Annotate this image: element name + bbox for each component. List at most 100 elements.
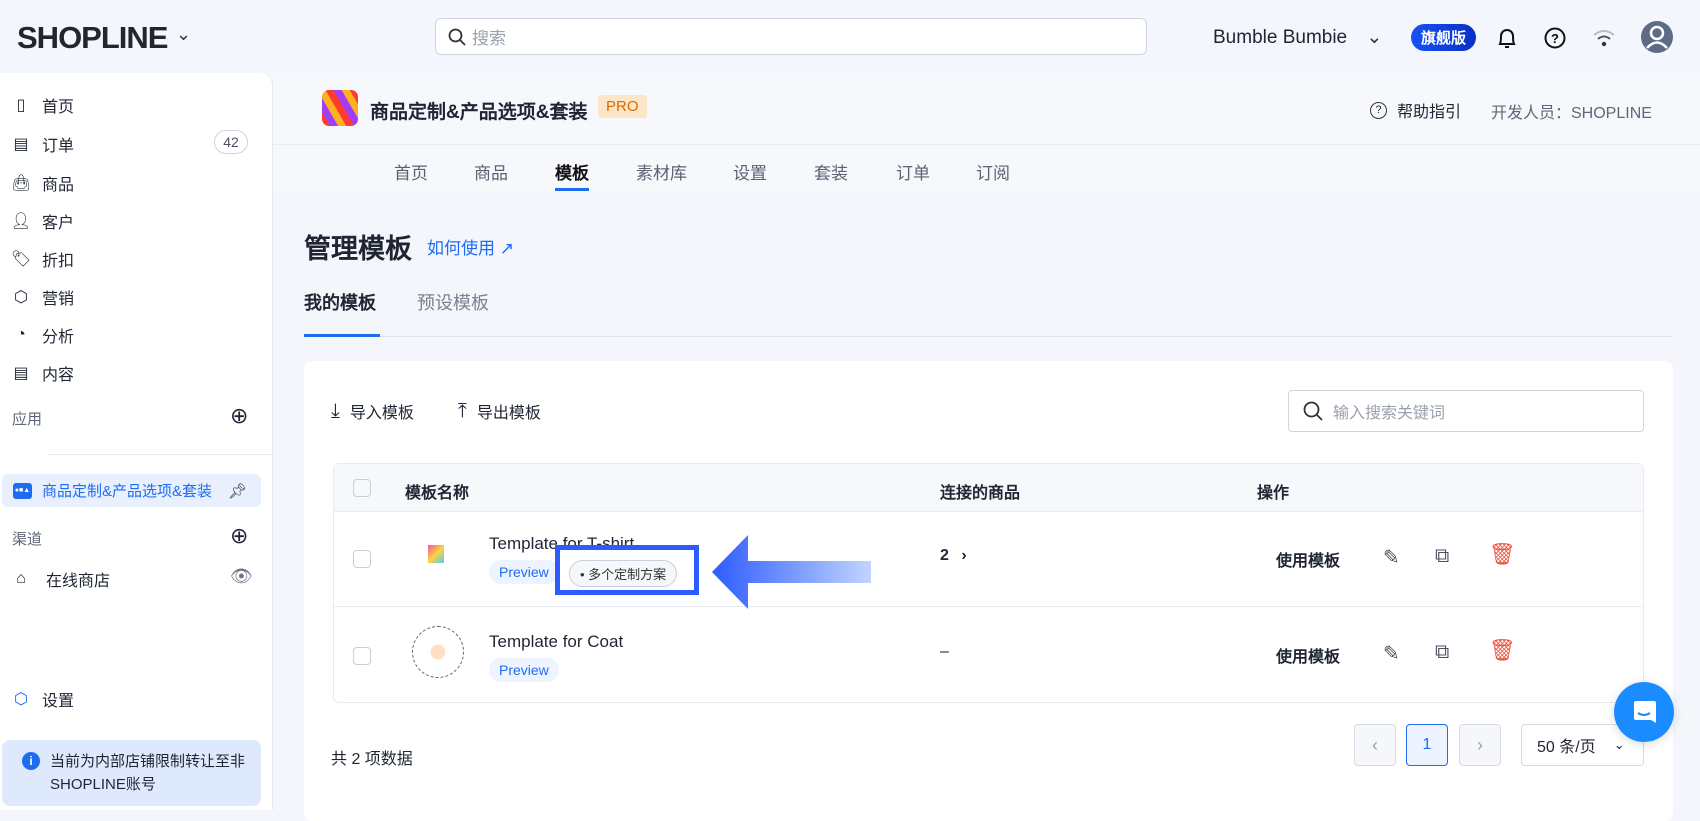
cube-icon: ⬡ [14,289,28,306]
global-search-input[interactable]: 搜索 [435,18,1147,55]
order-icon: ▤ [13,136,29,153]
template-name[interactable]: Template for Coat [489,632,623,652]
sidebar-item-online-store[interactable]: ⌂ 在线商店 [12,567,110,591]
active-tab-indicator [555,188,589,191]
store-switcher[interactable]: Bumble Bumbie ⌄ [1213,26,1382,49]
chat-icon [1634,701,1656,723]
sidebar-item-customers[interactable]: 👤︎ 客户 [10,209,74,233]
page-1-button[interactable]: 1 [1406,724,1448,766]
sidebar-item-app[interactable]: ●■▲ 商品定制&产品选项&套装 📌︎ [2,474,261,507]
help-icon: ? [1370,101,1387,119]
app-tabs: 首页 商品 模板 素材库 设置 套装 订单 订阅 [273,144,1700,192]
sidebar-item-content[interactable]: ▤ 内容 [12,361,74,385]
tab-templates[interactable]: 模板 [555,159,589,184]
search-icon [448,28,466,46]
eye-icon[interactable]: 👁︎ [230,566,253,587]
shopline-logo[interactable]: SHOPLINE [17,20,168,56]
tab-assets[interactable]: 素材库 [636,159,687,184]
subtab-my-templates[interactable]: 我的模板 [304,289,376,315]
column-template-name: 模板名称 [405,485,470,502]
help-icon[interactable]: ? [1544,27,1566,49]
active-subtab-indicator [304,334,380,337]
user-icon: 👤︎ [10,213,32,230]
help-guide-link[interactable]: ? 帮助指引 [1370,98,1461,122]
plan-badge: 旗舰版 [1411,24,1477,51]
total-count: 共 2 项数据 [331,751,413,768]
prev-page-button[interactable]: ‹ [1354,724,1396,766]
app-header: 商品定制&产品选项&套装 PRO ? 帮助指引 开发人员：SHOPLINE [273,73,1700,144]
row-checkbox[interactable] [353,550,371,568]
sidebar-item-orders[interactable]: ▤ 订单 [12,132,74,156]
duplicate-icon[interactable]: ⧉ [1435,545,1449,568]
linked-products-value: – [940,643,949,660]
chevron-down-icon: ⌄ [1613,737,1625,752]
pin-icon[interactable]: 📌︎ [228,482,247,500]
sidebar-item-discounts[interactable]: 🏷︎ 折扣 [10,247,74,271]
bag-icon: 👜︎ [10,175,32,192]
store-icon: ⌂ [16,570,26,587]
templates-table: 模板名称 连接的商品 操作 Template for T-shirt Previ… [333,463,1644,703]
edit-icon[interactable]: ✎ [1383,641,1400,666]
upload-icon: ⤒ [458,399,467,422]
preview-button[interactable]: Preview [489,658,559,682]
chevron-down-icon[interactable]: ⌄ [176,24,191,45]
search-icon [1303,401,1323,421]
delete-icon[interactable]: 🗑︎ [1489,543,1516,567]
top-bar: SHOPLINE ⌄ 搜索 Bumble Bumbie ⌄ 旗舰版 ? [0,0,1700,73]
duplicate-icon[interactable]: ⧉ [1435,641,1449,664]
import-template-button[interactable]: ⤓ 导入模板 [331,399,414,423]
row-checkbox[interactable] [353,647,371,665]
avatar[interactable] [1640,20,1674,54]
table-row: Template for T-shirt Preview • 多个定制方案 2 … [334,512,1643,607]
template-thumbnail [412,626,464,678]
tab-orders[interactable]: 订单 [896,159,930,184]
chevron-right-icon: › [961,547,967,564]
use-template-button[interactable]: 使用模板 [1276,643,1340,667]
annotation-arrow-icon [712,535,871,609]
pro-badge: PRO [598,95,647,118]
subtab-preset-templates[interactable]: 预设模板 [417,289,489,315]
preview-button[interactable]: Preview [489,560,559,584]
column-actions: 操作 [1257,485,1290,502]
info-icon: i [22,752,40,770]
external-link-icon: ↗ [499,239,514,258]
add-app-icon[interactable]: ⊕ [230,403,248,429]
sidebar-item-products[interactable]: 👜︎ 商品 [10,171,74,195]
tab-bundles[interactable]: 套装 [814,159,848,184]
table-header: 模板名称 连接的商品 操作 [334,464,1643,512]
subtab-divider [304,336,1673,337]
orders-count-badge: 42 [214,130,248,154]
wifi-icon [1593,30,1615,47]
export-template-button[interactable]: ⤒ 导出模板 [458,399,541,423]
template-search-input[interactable]: 输入搜索关键词 [1288,390,1644,432]
main-content: 商品定制&产品选项&套装 PRO ? 帮助指引 开发人员：SHOPLINE 首页 … [273,73,1700,821]
edit-icon[interactable]: ✎ [1383,545,1400,570]
divider [48,454,273,455]
app-icon: ●■▲ [13,482,32,499]
sidebar-item-analytics[interactable]: ◔ 分析 [12,323,74,347]
chat-button[interactable] [1614,682,1674,742]
next-page-button[interactable]: › [1459,724,1501,766]
tab-home[interactable]: 首页 [394,159,428,184]
select-all-checkbox[interactable] [353,479,371,497]
sidebar-item-marketing[interactable]: ⬡ 营销 [12,285,74,309]
sidebar-item-settings[interactable]: ⬡ 设置 [12,687,74,711]
tab-subscription[interactable]: 订阅 [976,159,1010,184]
add-channel-icon[interactable]: ⊕ [230,523,248,549]
delete-icon[interactable]: 🗑︎ [1489,639,1516,663]
tab-products[interactable]: 商品 [474,159,508,184]
how-to-use-link[interactable]: 如何使用 ↗ [427,234,514,259]
tab-settings[interactable]: 设置 [733,159,767,184]
tag-icon: 🏷︎ [10,251,32,268]
linked-products-link[interactable]: 2 › [940,547,967,565]
download-icon: ⤓ [331,399,340,422]
bell-icon[interactable] [1496,26,1518,50]
notice-banner: i 当前为内部店铺限制转让至非SHOPLINE账号 [2,740,261,806]
sidebar-item-home[interactable]: ▯ 首页 [12,93,74,117]
pie-chart-icon: ◔ [16,326,26,343]
settings-icon: ⬡ [14,691,28,708]
document-icon: ▤ [13,365,29,382]
apps-label: 应用 [12,411,43,428]
use-template-button[interactable]: 使用模板 [1276,547,1340,571]
app-title: 商品定制&产品选项&套装 [370,102,588,123]
